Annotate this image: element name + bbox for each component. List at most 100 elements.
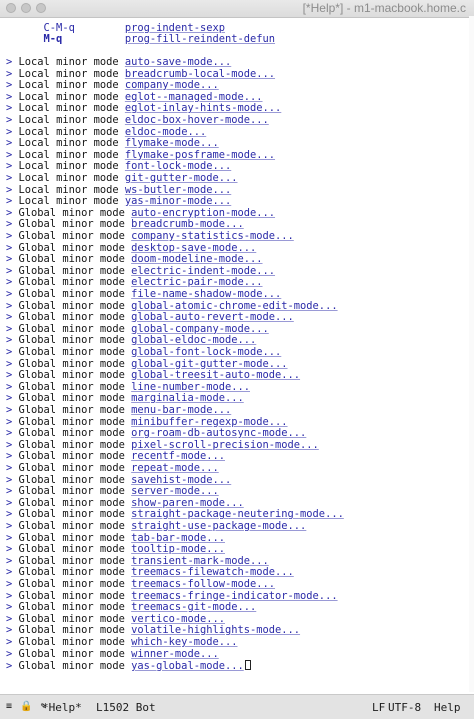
minor-mode-link[interactable]: eldoc-box-hover-mode... xyxy=(125,114,269,126)
global-minor-mode-prefix: Global minor mode xyxy=(18,264,132,277)
global-minor-mode-prefix: Global minor mode xyxy=(18,322,132,335)
minor-mode-link[interactable]: company-mode... xyxy=(125,79,219,91)
help-buffer[interactable]: C-M-q prog-indent-sexp M-q prog-fill-rei… xyxy=(0,16,474,692)
minor-mode-link[interactable]: breadcrumb-mode... xyxy=(131,218,244,231)
text-cursor xyxy=(244,660,251,671)
minor-mode-link[interactable]: flymake-mode... xyxy=(125,137,219,149)
global-minor-mode-prefix: Global minor mode xyxy=(18,288,132,300)
minor-mode-link[interactable]: recentf-mode... xyxy=(131,450,225,463)
minor-mode-link[interactable]: minibuffer-regexp-mode... xyxy=(131,416,287,428)
minor-mode-link[interactable]: repeat-mode... xyxy=(131,462,219,474)
global-minor-mode-prefix: Global minor mode xyxy=(18,404,132,416)
minor-mode-link[interactable]: savehist-mode... xyxy=(131,474,231,486)
mode-line-buffer-name[interactable]: *Help* xyxy=(42,701,82,714)
minor-mode-link[interactable]: treemacs-follow-mode... xyxy=(131,578,275,590)
global-minor-mode-prefix: Global minor mode xyxy=(18,415,132,428)
minor-mode-link[interactable]: straight-use-package-mode... xyxy=(131,520,306,532)
minor-mode-link[interactable]: menu-bar-mode... xyxy=(131,404,231,416)
minor-mode-link[interactable]: doom-modeline-mode... xyxy=(131,253,262,265)
right-fringe xyxy=(469,16,474,692)
global-minor-mode-prefix: Global minor mode xyxy=(18,660,132,673)
minor-mode-link[interactable]: global-treesit-auto-mode... xyxy=(131,369,300,381)
minor-mode-link[interactable]: tab-bar-mode... xyxy=(131,532,225,544)
minor-mode-link[interactable]: which-key-mode... xyxy=(131,636,237,648)
minor-mode-link[interactable]: global-eldoc-mode... xyxy=(131,334,256,347)
global-minor-mode-prefix: Global minor mode xyxy=(18,508,132,521)
minor-mode-link[interactable]: desktop-save-mode... xyxy=(131,242,256,254)
close-window-button[interactable] xyxy=(6,3,16,13)
global-minor-mode-prefix: Global minor mode xyxy=(18,311,132,324)
mode-line-major-mode[interactable]: Help xyxy=(434,701,461,714)
minimize-window-button[interactable] xyxy=(21,3,31,13)
minor-mode-link[interactable]: font-lock-mode... xyxy=(125,160,231,173)
minor-mode-link[interactable]: electric-indent-mode... xyxy=(131,265,275,277)
minor-mode-link[interactable]: pixel-scroll-precision-mode... xyxy=(131,439,319,451)
minor-mode-link[interactable]: auto-encryption-mode... xyxy=(131,207,275,219)
local-minor-mode-prefix: Local minor mode xyxy=(18,67,125,80)
global-minor-mode-prefix: Global minor mode xyxy=(18,334,132,347)
mode-line-encoding[interactable]: UTF-8 xyxy=(388,701,421,714)
minor-mode-link[interactable]: tooltip-mode... xyxy=(131,543,225,555)
minor-mode-link[interactable]: treemacs-git-mode... xyxy=(131,601,256,613)
minor-mode-link[interactable]: global-git-gutter-mode... xyxy=(131,358,287,370)
minor-mode-link[interactable]: winner-mode... xyxy=(131,648,219,660)
minor-mode-link[interactable]: eglot--managed-mode... xyxy=(125,91,263,103)
global-minor-mode-prefix: Global minor mode xyxy=(18,647,132,660)
minor-mode-link[interactable]: global-font-lock-mode... xyxy=(131,346,281,358)
global-minor-mode-prefix: Global minor mode xyxy=(18,230,132,242)
global-minor-mode-prefix: Global minor mode xyxy=(18,450,132,463)
minor-mode-link[interactable]: global-auto-revert-mode... xyxy=(131,311,294,323)
minor-mode-link[interactable]: git-gutter-mode... xyxy=(125,172,238,184)
minor-mode-link[interactable]: org-roam-db-autosync-mode... xyxy=(131,427,306,439)
minor-mode-link[interactable]: show-paren-mode... xyxy=(131,497,244,509)
minor-mode-link[interactable]: treemacs-filewatch-mode... xyxy=(131,566,294,579)
minor-mode-link[interactable]: straight-package-neutering-mode... xyxy=(131,508,344,521)
global-minor-mode-prefix: Global minor mode xyxy=(18,299,132,312)
global-minor-mode-prefix: Global minor mode xyxy=(18,392,132,405)
local-minor-mode-prefix: Local minor mode xyxy=(18,137,125,150)
command-link[interactable]: prog-fill-reindent-defun xyxy=(125,33,275,45)
keybinding-key: M-q xyxy=(43,32,63,45)
global-minor-mode-prefix: Global minor mode xyxy=(18,520,132,532)
zoom-window-button[interactable] xyxy=(36,3,46,13)
global-minor-mode-prefix: Global minor mode xyxy=(18,357,132,370)
minor-mode-link[interactable]: electric-pair-mode... xyxy=(131,276,262,289)
global-minor-mode-prefix: Global minor mode xyxy=(18,496,132,509)
global-minor-mode-prefix: Global minor mode xyxy=(18,462,132,474)
minor-mode-link[interactable]: yas-minor-mode... xyxy=(125,195,231,207)
global-minor-mode-prefix: Global minor mode xyxy=(18,578,132,590)
minor-mode-link[interactable]: eglot-inlay-hints-mode... xyxy=(125,102,281,115)
minor-mode-link[interactable]: treemacs-fringe-indicator-mode... xyxy=(131,590,337,602)
global-minor-mode-prefix: Global minor mode xyxy=(18,276,132,289)
minor-mode-link[interactable]: breadcrumb-local-mode... xyxy=(125,68,275,80)
local-minor-mode-prefix: Local minor mode xyxy=(18,183,125,196)
mode-line-eol[interactable]: LF xyxy=(372,701,385,714)
minor-mode-link[interactable]: auto-save-mode... xyxy=(125,56,231,68)
minor-mode-link[interactable]: company-statistics-mode... xyxy=(131,230,294,242)
global-minor-mode-prefix: Global minor mode xyxy=(18,566,132,579)
global-minor-mode-prefix: Global minor mode xyxy=(18,369,132,382)
minor-mode-link[interactable]: server-mode... xyxy=(131,485,219,497)
mode-line: ≡ 🔒 ✎ *Help* L1502 Bot LF UTF-8 Help xyxy=(0,694,474,719)
global-minor-mode-prefix: Global minor mode xyxy=(18,485,132,498)
minor-mode-link[interactable]: global-company-mode... xyxy=(131,323,269,335)
minor-mode-link[interactable]: marginalia-mode... xyxy=(131,392,244,405)
global-minor-mode-prefix: Global minor mode xyxy=(18,218,132,231)
global-minor-mode-prefix: Global minor mode xyxy=(18,531,132,544)
local-minor-mode-prefix: Local minor mode xyxy=(18,125,125,138)
minor-mode-link[interactable]: ws-butler-mode... xyxy=(125,184,231,196)
minor-mode-link[interactable]: transient-mark-mode... xyxy=(131,555,269,567)
local-minor-mode-prefix: Local minor mode xyxy=(18,56,125,68)
minor-mode-link[interactable]: volatile-highlights-mode... xyxy=(131,624,300,637)
global-minor-mode-prefix: Global minor mode xyxy=(18,624,132,637)
minor-mode-link[interactable]: yas-global-mode... xyxy=(131,660,244,672)
minor-mode-link[interactable]: vertico-mode... xyxy=(131,613,225,625)
minor-mode-link[interactable]: file-name-shadow-mode... xyxy=(131,288,281,300)
local-minor-mode-prefix: Local minor mode xyxy=(18,172,125,184)
minor-mode-link[interactable]: flymake-posframe-mode... xyxy=(125,149,275,161)
minor-mode-link[interactable]: line-number-mode... xyxy=(131,381,250,393)
minor-mode-link[interactable]: eldoc-mode... xyxy=(125,126,206,138)
global-minor-mode-prefix: Global minor mode xyxy=(18,206,132,219)
global-minor-mode-prefix: Global minor mode xyxy=(18,380,132,393)
minor-mode-link[interactable]: global-atomic-chrome-edit-mode... xyxy=(131,300,337,312)
